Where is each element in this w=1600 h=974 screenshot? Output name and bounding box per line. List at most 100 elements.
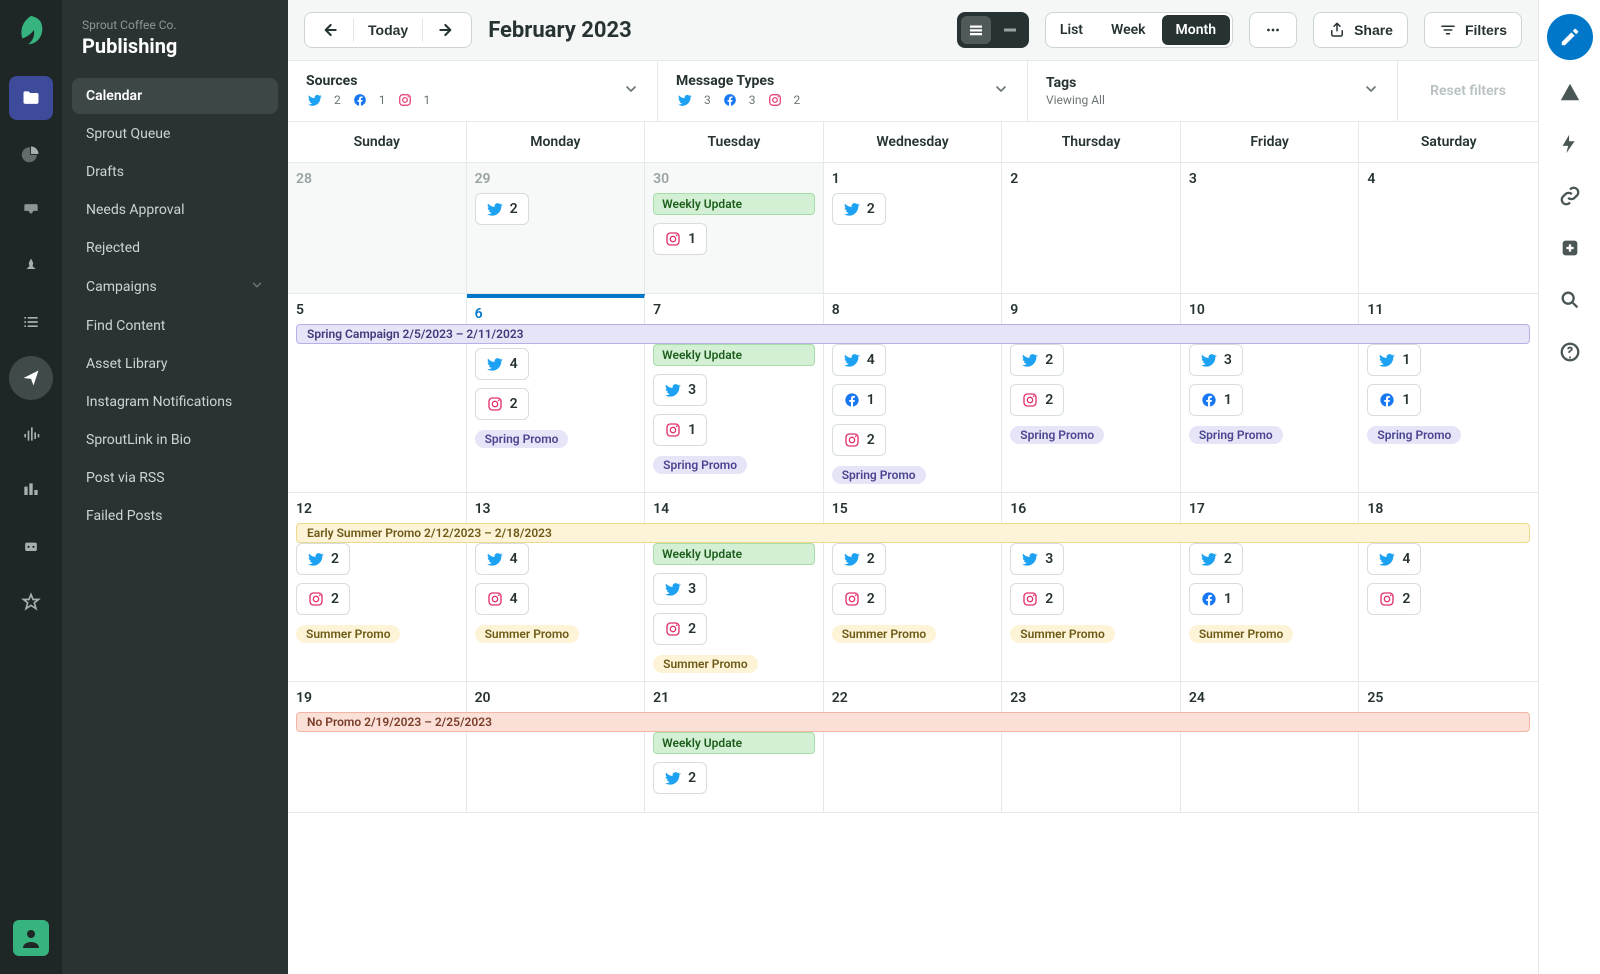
weekly-update-tag[interactable]: Weekly Update — [653, 543, 815, 565]
day-cell-18[interactable]: 1842 — [1359, 493, 1538, 681]
weekly-update-tag[interactable]: Weekly Update — [653, 193, 815, 215]
ig-post-pill[interactable]: 1 — [653, 223, 707, 255]
reset-filters[interactable]: Reset filters — [1398, 61, 1538, 121]
density-rows-icon[interactable] — [961, 16, 991, 44]
promo-tag[interactable]: Summer Promo — [653, 655, 757, 673]
day-cell-19[interactable]: 19 — [288, 682, 467, 812]
day-cell-1[interactable]: 12 — [824, 163, 1003, 293]
ig-post-pill[interactable]: 2 — [1010, 583, 1064, 615]
day-cell-23[interactable]: 23 — [1002, 682, 1181, 812]
tw-post-pill[interactable]: 2 — [832, 193, 886, 225]
day-cell-12[interactable]: 1222Summer Promo — [288, 493, 467, 681]
ig-post-pill[interactable]: 2 — [832, 424, 886, 456]
tw-post-pill[interactable]: 4 — [475, 543, 529, 575]
fb-post-pill[interactable]: 1 — [832, 384, 886, 416]
filter-sources[interactable]: Sources 2 1 1 — [288, 61, 658, 121]
rail-publishing-icon[interactable] — [9, 356, 53, 400]
day-cell-22[interactable]: 22 — [824, 682, 1003, 812]
day-cell-2[interactable]: 2 — [1002, 163, 1181, 293]
tw-post-pill[interactable]: 3 — [1010, 543, 1064, 575]
rail-dashboard-icon[interactable] — [9, 132, 53, 176]
ig-post-pill[interactable]: 4 — [475, 583, 529, 615]
today-button[interactable]: Today — [354, 13, 422, 47]
ig-post-pill[interactable]: 2 — [475, 388, 529, 420]
day-cell-17[interactable]: 1721Summer Promo — [1181, 493, 1360, 681]
help-icon[interactable] — [1550, 332, 1590, 372]
sidebar-item-sproutlink-in-bio[interactable]: SproutLink in Bio — [72, 422, 278, 458]
sidebar-item-instagram-notifications[interactable]: Instagram Notifications — [72, 384, 278, 420]
weekly-update-tag[interactable]: Weekly Update — [653, 344, 815, 366]
sidebar-item-needs-approval[interactable]: Needs Approval — [72, 192, 278, 228]
rail-pin-icon[interactable] — [9, 244, 53, 288]
sidebar-item-rejected[interactable]: Rejected — [72, 230, 278, 266]
day-cell-25[interactable]: 25 — [1359, 682, 1538, 812]
tw-post-pill[interactable]: 1 — [1367, 344, 1421, 376]
add-icon[interactable] — [1550, 228, 1590, 268]
search-icon[interactable] — [1550, 280, 1590, 320]
sidebar-item-sprout-queue[interactable]: Sprout Queue — [72, 116, 278, 152]
day-cell-15[interactable]: 1522Summer Promo — [824, 493, 1003, 681]
tw-post-pill[interactable]: 4 — [475, 348, 529, 380]
rail-inbox-icon[interactable] — [9, 188, 53, 232]
alerts-icon[interactable] — [1550, 72, 1590, 112]
rail-star-icon[interactable] — [9, 580, 53, 624]
link-icon[interactable] — [1550, 176, 1590, 216]
day-cell-16[interactable]: 1632Summer Promo — [1002, 493, 1181, 681]
day-cell-13[interactable]: 1344Summer Promo — [467, 493, 646, 681]
sidebar-item-failed-posts[interactable]: Failed Posts — [72, 498, 278, 534]
sidebar-item-find-content[interactable]: Find Content — [72, 308, 278, 344]
ig-post-pill[interactable]: 1 — [653, 414, 707, 446]
tw-post-pill[interactable]: 3 — [653, 573, 707, 605]
tw-post-pill[interactable]: 2 — [1010, 344, 1064, 376]
sidebar-item-post-via-rss[interactable]: Post via RSS — [72, 460, 278, 496]
tw-post-pill[interactable]: 2 — [653, 762, 707, 794]
day-cell-24[interactable]: 24 — [1181, 682, 1360, 812]
density-compact-icon[interactable] — [995, 16, 1025, 44]
share-button[interactable]: Share — [1313, 12, 1408, 48]
fb-post-pill[interactable]: 1 — [1367, 384, 1421, 416]
ig-post-pill[interactable]: 2 — [1010, 384, 1064, 416]
compose-button[interactable] — [1547, 14, 1593, 60]
user-avatar[interactable] — [13, 920, 49, 956]
sidebar-item-campaigns[interactable]: Campaigns — [72, 268, 278, 306]
tw-post-pill[interactable]: 2 — [832, 543, 886, 575]
fb-post-pill[interactable]: 1 — [1189, 384, 1243, 416]
tw-post-pill[interactable]: 2 — [1189, 543, 1243, 575]
tw-post-pill[interactable]: 4 — [1367, 543, 1421, 575]
next-button[interactable] — [423, 13, 471, 47]
promo-tag[interactable]: Summer Promo — [832, 625, 936, 643]
day-cell-4[interactable]: 4 — [1359, 163, 1538, 293]
filter-tags[interactable]: Tags Viewing All — [1028, 61, 1398, 121]
rail-listening-icon[interactable] — [9, 412, 53, 456]
promo-tag[interactable]: Summer Promo — [1189, 625, 1293, 643]
promo-tag[interactable]: Spring Promo — [832, 466, 926, 484]
campaign-bar[interactable]: No Promo 2/19/2023 – 2/25/2023 — [296, 712, 1530, 732]
ig-post-pill[interactable]: 2 — [296, 583, 350, 615]
sidebar-item-asset-library[interactable]: Asset Library — [72, 346, 278, 382]
tw-post-pill[interactable]: 2 — [475, 193, 529, 225]
view-month[interactable]: Month — [1162, 15, 1231, 45]
filters-button[interactable]: Filters — [1424, 12, 1522, 48]
day-cell-29[interactable]: 292 — [467, 163, 646, 293]
promo-tag[interactable]: Summer Promo — [296, 625, 400, 643]
day-cell-28[interactable]: 28 — [288, 163, 467, 293]
fb-post-pill[interactable]: 1 — [1189, 583, 1243, 615]
rail-list-icon[interactable] — [9, 300, 53, 344]
promo-tag[interactable]: Summer Promo — [475, 625, 579, 643]
tw-post-pill[interactable]: 3 — [1189, 344, 1243, 376]
sidebar-item-drafts[interactable]: Drafts — [72, 154, 278, 190]
rail-bot-icon[interactable] — [9, 524, 53, 568]
promo-tag[interactable]: Summer Promo — [1010, 625, 1114, 643]
ig-post-pill[interactable]: 2 — [653, 613, 707, 645]
campaign-bar[interactable]: Early Summer Promo 2/12/2023 – 2/18/2023 — [296, 523, 1530, 543]
weekly-update-tag[interactable]: Weekly Update — [653, 732, 815, 754]
promo-tag[interactable]: Spring Promo — [1189, 426, 1283, 444]
tw-post-pill[interactable]: 2 — [296, 543, 350, 575]
day-cell-21[interactable]: 21Weekly Update2 — [645, 682, 824, 812]
sidebar-item-calendar[interactable]: Calendar — [72, 78, 278, 114]
day-cell-3[interactable]: 3 — [1181, 163, 1360, 293]
prev-button[interactable] — [305, 13, 353, 47]
promo-tag[interactable]: Spring Promo — [475, 430, 569, 448]
day-cell-14[interactable]: 14Weekly Update32Summer Promo — [645, 493, 824, 681]
view-week[interactable]: Week — [1097, 13, 1160, 47]
